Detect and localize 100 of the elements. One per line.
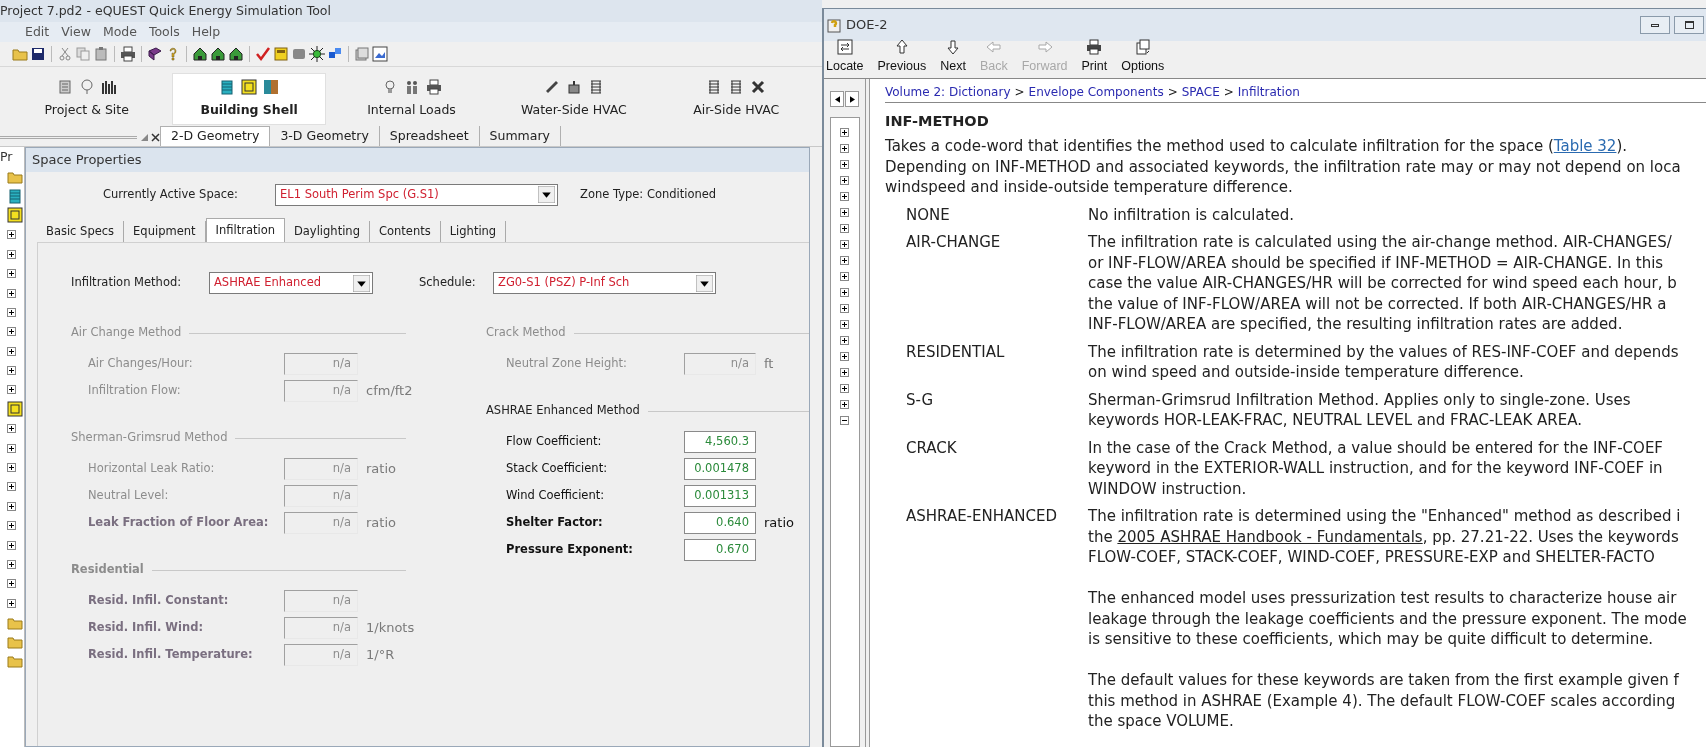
expand-icon[interactable]: [7, 598, 16, 608]
dropdown-arrow-icon[interactable]: [696, 274, 713, 292]
scroll-right-button[interactable]: [845, 91, 859, 107]
toolbar-button[interactable]: Options: [1120, 39, 1166, 76]
expand-icon[interactable]: [7, 230, 16, 240]
expand-icon[interactable]: [7, 307, 16, 317]
view-tab[interactable]: 3-D Geometry: [270, 126, 380, 146]
expand-icon[interactable]: [840, 159, 849, 169]
breadcrumb-link[interactable]: SPACE: [1181, 85, 1220, 99]
maximize-button[interactable]: [1674, 16, 1704, 34]
method-dropdown[interactable]: ASHRAE Enhanced: [209, 272, 373, 294]
save-icon: [30, 46, 46, 62]
expand-icon[interactable]: [7, 463, 16, 473]
help-book-icon: [826, 17, 842, 33]
link[interactable]: 2005 ASHRAE Handbook - Fundamentals: [1117, 527, 1423, 546]
toolbar-button[interactable]: Next: [939, 39, 967, 76]
field-label: Leak Fraction of Floor Area:: [87, 513, 270, 531]
unit-label: ft: [764, 354, 774, 373]
definition-text: Sherman-Grimsrud Infiltration Method. Applies only to single-zone. Uses keywords HOR-LEAK-FRAC, NEUTRAL LEVEL and FRAC-LEAK AREA.: [1088, 389, 1631, 431]
definition-text: The enhanced model uses pressurization test results to characterize house air leakage through the leakage coefficients and the pressure exponent. The mode is sensitive to these coefficients, which may be quite difficult to determine.: [1088, 588, 1687, 650]
module-tab[interactable]: Project & Site: [10, 73, 164, 125]
expand-icon[interactable]: [7, 288, 16, 298]
house-icon: [228, 46, 244, 62]
value-field[interactable]: 0.001313: [684, 484, 756, 507]
module-tab[interactable]: Air-Side HVAC: [659, 73, 813, 125]
expand-icon[interactable]: [7, 249, 16, 259]
module-tab[interactable]: Building Shell: [172, 73, 326, 125]
minimize-button[interactable]: [1640, 16, 1670, 34]
expand-icon[interactable]: [7, 366, 16, 376]
field-label: Wind Coefficient:: [505, 486, 606, 504]
field-label: Currently Active Space:: [103, 185, 239, 203]
expand-icon[interactable]: [7, 327, 16, 337]
toolbar-button[interactable]: Print: [1080, 39, 1109, 76]
expand-icon[interactable]: [840, 383, 849, 393]
dropdown-arrow-icon[interactable]: [538, 186, 555, 203]
breadcrumb-separator: >: [1167, 85, 1178, 99]
expand-icon[interactable]: [840, 223, 849, 233]
expand-icon[interactable]: [7, 424, 16, 434]
expand-icon[interactable]: [7, 521, 16, 531]
scroll-left-button[interactable]: [830, 91, 844, 107]
keyword-term: ASHRAE-ENHANCED: [905, 506, 1058, 527]
menu-item[interactable]: Help: [191, 22, 221, 42]
expand-icon[interactable]: [7, 346, 16, 356]
dialog-tab[interactable]: Infiltration: [205, 218, 285, 242]
definition-text: In the case of the Crack Method, a value should be entered for the INF-COEF keyword in the EXTERIOR-WALL instruction, and for the keyword INF-COEF in WINDOW instruction.: [1088, 437, 1663, 499]
breadcrumb-link[interactable]: Envelope Components: [1028, 85, 1164, 99]
expand-icon[interactable]: [840, 191, 849, 201]
expand-icon[interactable]: [7, 501, 16, 511]
group-heading: Air Change Method: [71, 324, 183, 342]
view-tab[interactable]: 2-D Geometry: [160, 126, 271, 146]
close-icon[interactable]: [151, 132, 160, 142]
keyword-term: RESIDENTIAL: [905, 341, 1006, 363]
value-field[interactable]: 0.670: [684, 538, 756, 561]
breadcrumb-link[interactable]: Volume 2: Dictionary: [885, 85, 1011, 99]
locate-icon: [836, 39, 853, 56]
expand-icon[interactable]: [7, 579, 16, 589]
field-label: Infiltration Flow:: [87, 381, 182, 399]
toolbar-button[interactable]: Locate: [825, 39, 865, 76]
menu-item[interactable]: View: [61, 22, 91, 42]
expand-icon[interactable]: [840, 303, 849, 313]
menu-item[interactable]: Tools: [148, 22, 180, 42]
breadcrumb-link[interactable]: Infiltration: [1237, 85, 1300, 99]
expand-icon[interactable]: [840, 399, 849, 409]
menu-item[interactable]: Edit: [25, 22, 50, 42]
value-field[interactable]: 0.001478: [684, 457, 756, 480]
expand-icon[interactable]: [840, 239, 849, 249]
zone-type-label: Zone Type: Conditioned: [580, 185, 717, 203]
space-dropdown[interactable]: EL1 South Perim Spc (G.S1): [275, 183, 558, 206]
link[interactable]: Table 32: [1553, 137, 1617, 155]
definition-text: The infiltration rate is determined by the values of RES-INF-COEF and depends on wind speed and outside-inside temperature difference.: [1088, 341, 1679, 383]
view-tab[interactable]: Summary: [479, 126, 561, 146]
expand-icon[interactable]: [7, 540, 16, 550]
value-field[interactable]: 4,560.3: [684, 430, 756, 453]
menu-item[interactable]: Mode: [102, 22, 137, 42]
expand-icon[interactable]: [7, 269, 16, 279]
expand-icon[interactable]: [7, 560, 16, 569]
group-heading: Sherman-Grimsrud Method: [71, 429, 229, 447]
field-label: Shelter Factor:: [505, 513, 604, 531]
expand-icon[interactable]: [840, 175, 849, 185]
expand-icon[interactable]: [840, 287, 849, 297]
expand-icon[interactable]: [840, 207, 849, 217]
expand-icon[interactable]: [840, 271, 849, 281]
expand-icon[interactable]: [840, 367, 849, 377]
expand-icon[interactable]: [840, 351, 849, 361]
schedule-dropdown[interactable]: ZG0-S1 (PSZ) P-Inf Sch: [493, 272, 716, 294]
module-tab[interactable]: Water-Side HVAC: [497, 73, 651, 125]
expand-icon[interactable]: [840, 255, 849, 265]
expand-icon[interactable]: [7, 482, 16, 492]
expand-icon[interactable]: [840, 335, 849, 345]
expand-icon[interactable]: [840, 143, 849, 153]
collapse-icon[interactable]: [840, 415, 849, 425]
value-field[interactable]: 0.640: [684, 511, 756, 534]
expand-icon[interactable]: [840, 127, 849, 137]
expand-icon[interactable]: [7, 443, 16, 453]
view-tab[interactable]: Spreadsheet: [379, 126, 480, 146]
expand-icon[interactable]: [7, 385, 16, 395]
module-tab[interactable]: Internal Loads: [334, 73, 489, 125]
dropdown-arrow-icon[interactable]: [353, 274, 370, 292]
expand-icon[interactable]: [840, 319, 849, 329]
toolbar-button[interactable]: Previous: [876, 39, 928, 76]
